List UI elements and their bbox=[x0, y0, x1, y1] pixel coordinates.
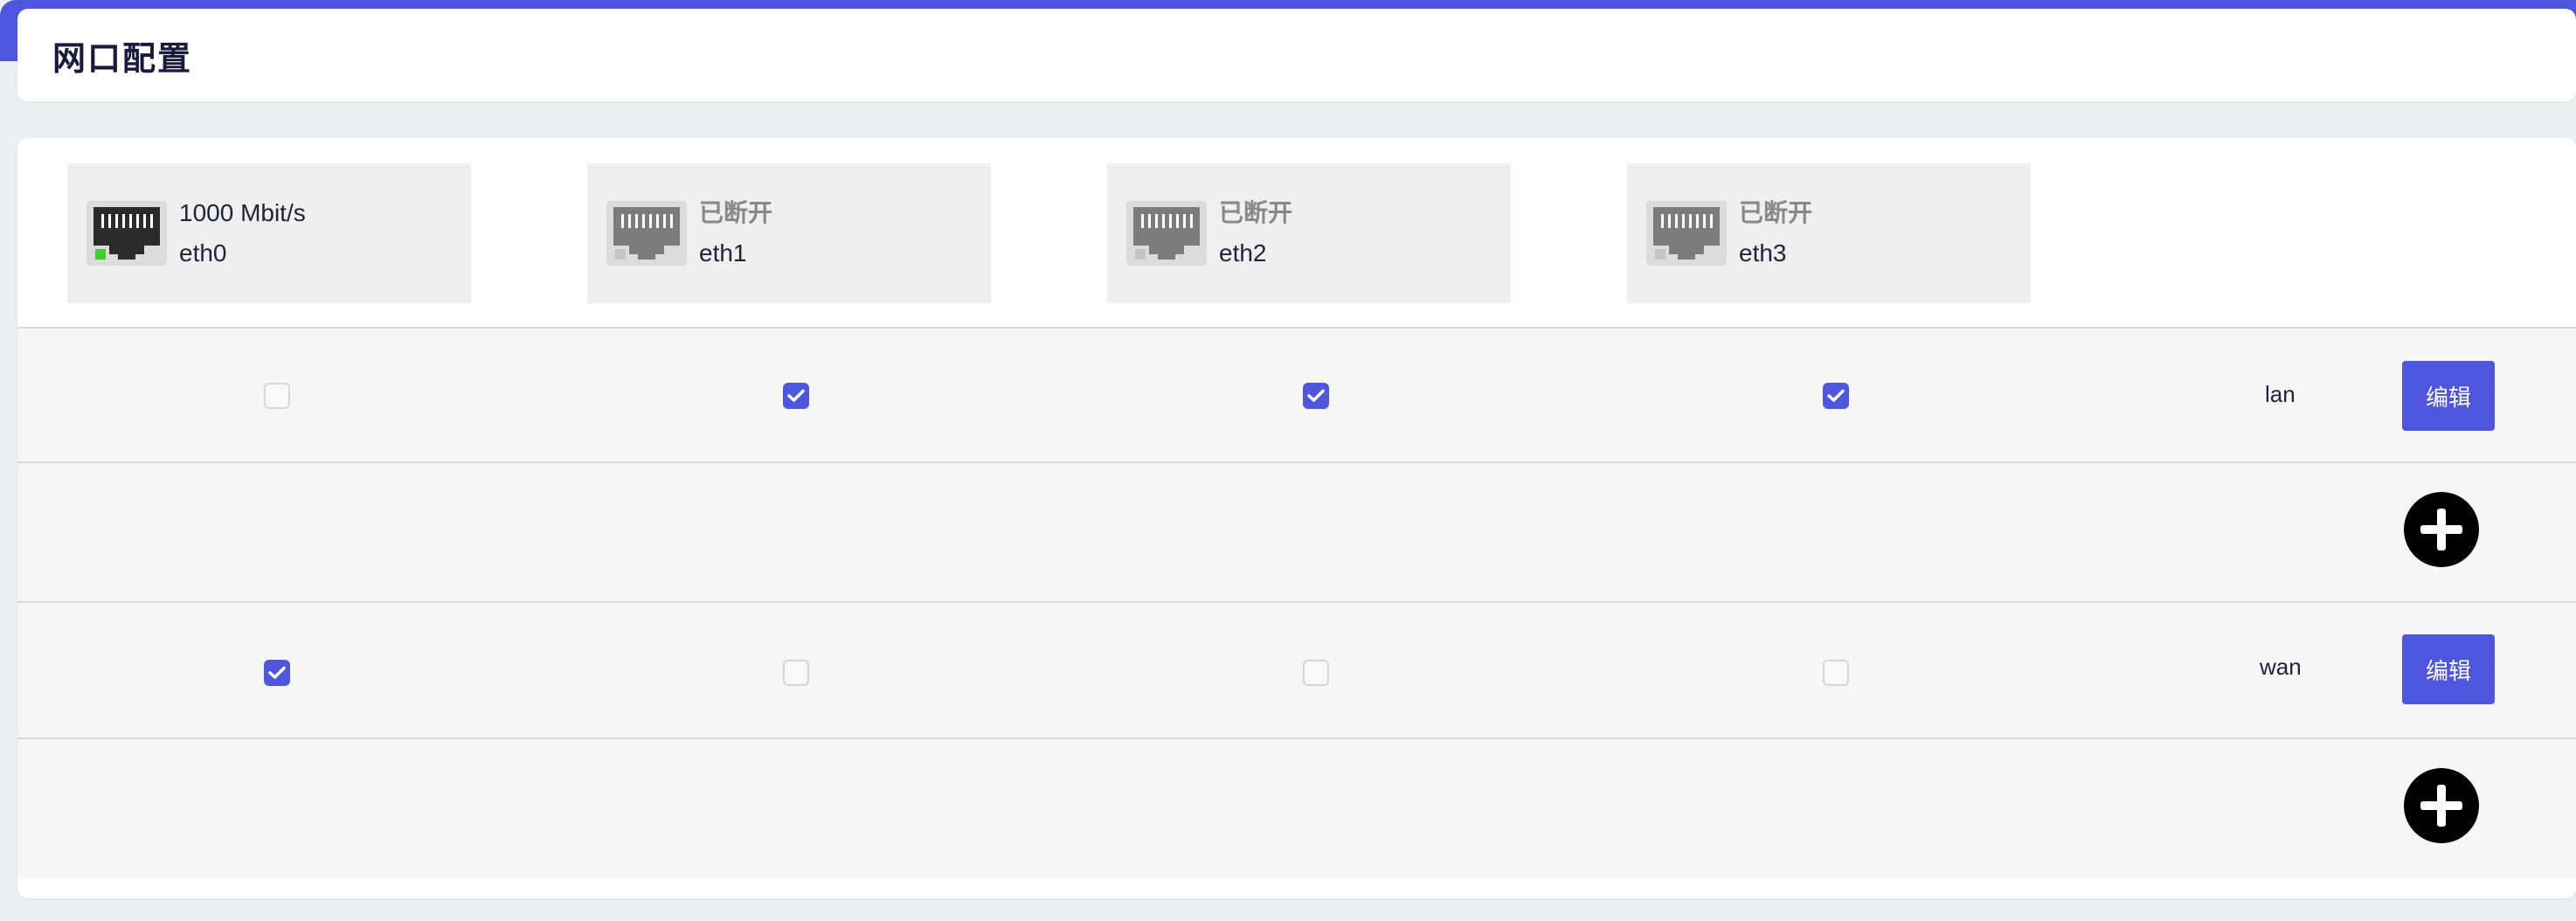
check-icon bbox=[1827, 389, 1845, 402]
ethernet-port-icon bbox=[1646, 201, 1727, 266]
add-row-lan bbox=[17, 461, 2576, 601]
member-checkbox-eth3[interactable] bbox=[1823, 660, 1849, 686]
plus-icon bbox=[2420, 785, 2462, 827]
add-button-lan[interactable] bbox=[2404, 492, 2479, 567]
port-name: eth0 bbox=[179, 239, 227, 267]
add-button-wan[interactable] bbox=[2404, 768, 2479, 843]
add-row-wan bbox=[17, 737, 2576, 879]
port-name: eth1 bbox=[699, 239, 747, 267]
ethernet-port-icon bbox=[1126, 201, 1207, 266]
port-status: 已断开 bbox=[1739, 199, 1813, 226]
interface-name: wan bbox=[2260, 654, 2302, 680]
member-checkbox-eth1[interactable] bbox=[783, 383, 809, 409]
member-checkbox-eth2[interactable] bbox=[1303, 383, 1329, 409]
check-icon bbox=[787, 389, 805, 402]
port-tile-eth3: 已断开 eth3 bbox=[1627, 163, 2031, 303]
member-checkbox-eth0[interactable] bbox=[264, 383, 290, 409]
port-tile-eth1: 已断开 eth1 bbox=[587, 163, 991, 303]
interface-row-wan: wan 编辑 bbox=[17, 601, 2576, 737]
interface-row-lan: lan 编辑 bbox=[17, 327, 2576, 461]
port-tile-eth2: 已断开 eth2 bbox=[1107, 163, 1511, 303]
port-status: 已断开 bbox=[1219, 199, 1293, 226]
port-name: eth3 bbox=[1739, 239, 1787, 267]
port-speed: 1000 Mbit/s bbox=[179, 199, 306, 226]
title-card: 网口配置 bbox=[17, 9, 2576, 101]
page-title: 网口配置 bbox=[52, 40, 193, 78]
port-status: 已断开 bbox=[699, 199, 773, 226]
member-checkbox-eth2[interactable] bbox=[1303, 660, 1329, 686]
port-name: eth2 bbox=[1219, 239, 1267, 267]
check-icon bbox=[1307, 389, 1325, 402]
plus-icon bbox=[2420, 509, 2462, 551]
member-checkbox-eth1[interactable] bbox=[783, 660, 809, 686]
interface-name: lan bbox=[2265, 381, 2296, 407]
ethernet-port-icon bbox=[87, 201, 167, 266]
member-checkbox-eth0[interactable] bbox=[264, 660, 290, 686]
port-tile-eth0: 1000 Mbit/s eth0 bbox=[67, 163, 471, 303]
check-icon bbox=[268, 666, 286, 679]
port-config-panel: 1000 Mbit/s eth0 已断开 eth1 已断开 eth2 已断开 e… bbox=[17, 138, 2576, 898]
member-checkbox-eth3[interactable] bbox=[1823, 383, 1849, 409]
ethernet-port-icon bbox=[606, 201, 687, 266]
edit-button-lan[interactable]: 编辑 bbox=[2402, 361, 2495, 431]
edit-button-wan[interactable]: 编辑 bbox=[2402, 634, 2495, 704]
